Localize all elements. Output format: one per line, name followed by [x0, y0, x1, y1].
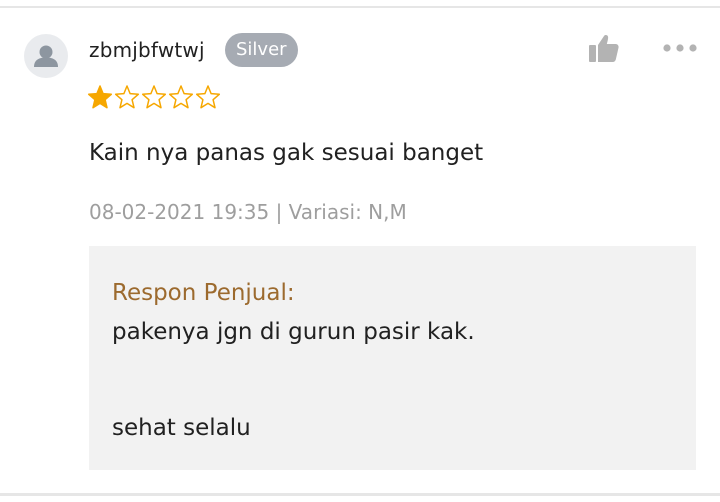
seller-response-title: Respon Penjual: [112, 280, 295, 306]
more-options-icon[interactable] [662, 40, 698, 54]
seller-response-text: pakenya jgn di gurun pasir kak. sehat se… [112, 319, 475, 441]
member-badge: Silver [225, 33, 298, 67]
seller-response-box: Respon Penjual: pakenya jgn di gurun pas… [89, 246, 696, 470]
review-comment: Kain nya panas gak sesuai banget [89, 140, 484, 166]
user-avatar[interactable] [24, 34, 68, 78]
thumbs-up-icon[interactable] [588, 33, 620, 63]
reviewer-username[interactable]: zbmjbfwtwj [89, 37, 205, 63]
star-outline-icon [141, 85, 167, 109]
review-card: zbmjbfwtwj Silver Kain nya panas gak ses… [0, 0, 720, 502]
bottom-divider [0, 493, 720, 496]
star-rating [87, 84, 221, 110]
star-outline-icon [114, 85, 140, 109]
default-user-avatar-icon [34, 45, 58, 67]
star-outline-icon [195, 85, 221, 109]
star-outline-icon [168, 85, 194, 109]
review-meta: 08-02-2021 19:35 | Variasi: N,M [89, 200, 407, 224]
star-filled-icon [87, 85, 113, 109]
